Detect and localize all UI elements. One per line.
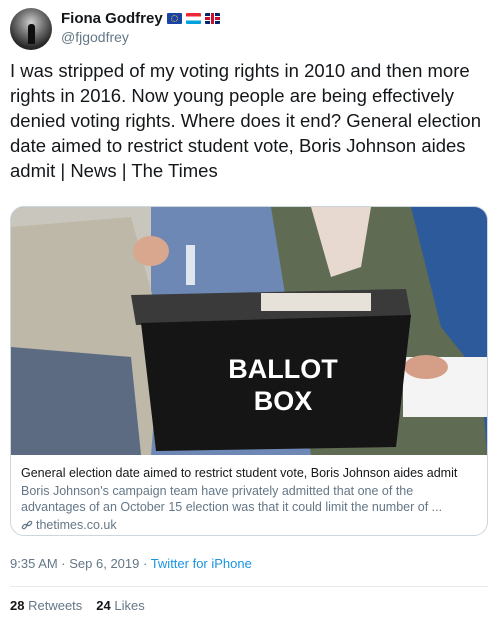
ballot-text: BALLOT <box>228 354 338 384</box>
likes-label: Likes <box>114 598 145 613</box>
retweets-count: 28 <box>10 598 25 613</box>
link-icon <box>21 520 33 530</box>
card-domain-row[interactable]: thetimes.co.uk <box>21 518 477 532</box>
ballot-box-photo: BALLOT BOX <box>11 207 487 455</box>
link-card[interactable]: BALLOT BOX General election date aimed t… <box>10 206 488 536</box>
retweets-label: Retweets <box>28 598 83 613</box>
card-domain[interactable]: thetimes.co.uk <box>36 518 117 532</box>
uk-flag-icon <box>204 13 220 24</box>
card-body: General election date aimed to restrict … <box>11 457 487 532</box>
user-names: Fiona Godfrey @fjgodfrey <box>61 10 220 45</box>
likes-stat[interactable]: 24 Likes <box>96 598 144 613</box>
timestamp[interactable]: 9:35 AM · Sep 6, 2019 · <box>10 556 151 571</box>
card-title[interactable]: General election date aimed to restrict … <box>21 465 477 481</box>
eu-flag-icon <box>166 13 182 24</box>
display-name-row[interactable]: Fiona Godfrey <box>61 10 220 27</box>
tweet-stats: 28 Retweets 24 Likes <box>10 598 145 613</box>
box-text: BOX <box>254 386 313 416</box>
divider <box>10 586 488 587</box>
luxembourg-flag-icon <box>185 13 201 24</box>
tweet-text: I was stripped of my voting rights in 20… <box>10 60 482 181</box>
user-handle[interactable]: @fjgodfrey <box>61 29 220 45</box>
likes-count: 24 <box>96 598 111 613</box>
retweets-stat[interactable]: 28 Retweets <box>10 598 82 613</box>
avatar[interactable] <box>10 8 52 50</box>
card-description: Boris Johnson's campaign team have priva… <box>21 484 443 514</box>
display-name[interactable]: Fiona Godfrey <box>61 10 163 27</box>
source-link[interactable]: Twitter for iPhone <box>151 556 252 571</box>
tweet-meta: 9:35 AM · Sep 6, 2019 · Twitter for iPho… <box>10 556 252 571</box>
tweet-header: Fiona Godfrey @fjgodfrey <box>10 8 220 50</box>
